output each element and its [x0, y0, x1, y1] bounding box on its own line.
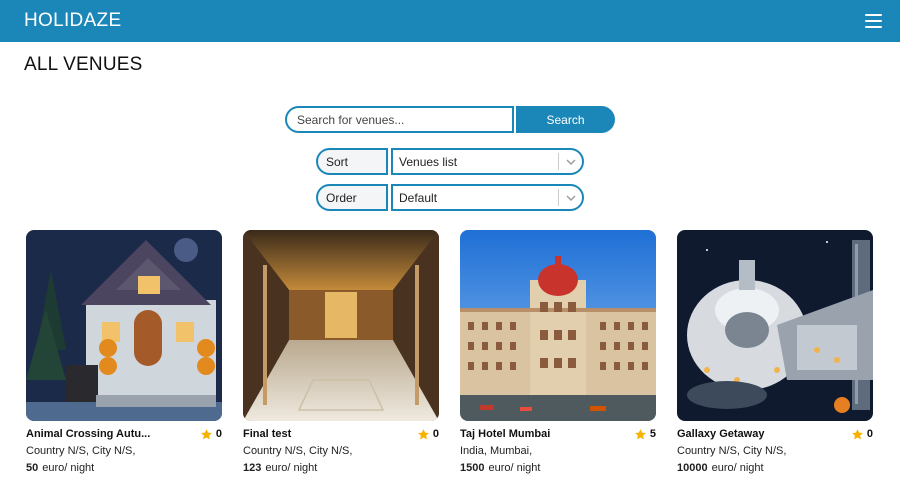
- top-navbar: HOLIDAZE: [0, 0, 900, 42]
- venue-name[interactable]: Taj Hotel Mumbai: [460, 428, 550, 440]
- venue-rating: 0: [200, 428, 222, 441]
- venue-location: Country N/S, City N/S,: [677, 445, 787, 457]
- sort-select[interactable]: Venues list: [391, 148, 584, 175]
- venue-name[interactable]: Final test: [243, 428, 291, 440]
- venue-price: 123 euro/ night: [243, 462, 439, 474]
- search-button[interactable]: Search: [516, 106, 615, 133]
- price-unit: euro/ night: [711, 462, 764, 474]
- venue-image-animal-crossing[interactable]: [26, 230, 222, 421]
- sort-select-value: Venues list: [399, 154, 458, 169]
- chevron-down-icon: [558, 153, 582, 170]
- sort-control: Sort Venues list: [316, 148, 584, 175]
- star-icon: [634, 428, 646, 439]
- order-select-value: Default: [399, 190, 438, 205]
- chevron-down-icon: [558, 189, 582, 206]
- venue-rating: 0: [417, 428, 439, 441]
- search-bar: Search: [285, 106, 615, 133]
- price-unit: euro/ night: [488, 462, 541, 474]
- hamburger-menu-icon[interactable]: [865, 14, 882, 28]
- venue-name[interactable]: Animal Crossing Autu...: [26, 428, 150, 440]
- venue-rating: 0: [851, 428, 873, 441]
- order-select[interactable]: Default: [391, 184, 584, 211]
- rating-value: 0: [866, 428, 873, 440]
- rating-value: 0: [215, 428, 222, 440]
- venue-price: 10000 euro/ night: [677, 462, 873, 474]
- venue-rating: 5: [634, 428, 656, 441]
- venue-grid: Animal Crossing Autu... 0 Country N/S, C…: [26, 230, 873, 474]
- venue-card[interactable]: Final test 0 Country N/S, City N/S, 123 e…: [243, 230, 439, 474]
- order-label: Order: [316, 184, 388, 211]
- price-unit: euro/ night: [265, 462, 318, 474]
- star-icon: [200, 428, 212, 439]
- order-control: Order Default: [316, 184, 584, 211]
- venue-image-taj-hotel[interactable]: [460, 230, 656, 421]
- star-icon: [417, 428, 429, 439]
- price-amount: 1500: [460, 462, 485, 474]
- venue-card[interactable]: Taj Hotel Mumbai 5 India, Mumbai, 1500 eu…: [460, 230, 656, 474]
- venue-location: India, Mumbai,: [460, 445, 533, 457]
- venue-card[interactable]: Gallaxy Getaway 0 Country N/S, City N/S,…: [677, 230, 873, 474]
- brand-logo[interactable]: HOLIDAZE: [24, 10, 121, 32]
- venue-price: 1500 euro/ night: [460, 462, 656, 474]
- venue-location: Country N/S, City N/S,: [26, 445, 136, 457]
- venue-name[interactable]: Gallaxy Getaway: [677, 428, 764, 440]
- sort-label: Sort: [316, 148, 388, 175]
- search-input[interactable]: [285, 106, 514, 133]
- price-amount: 123: [243, 462, 262, 474]
- price-amount: 10000: [677, 462, 708, 474]
- price-unit: euro/ night: [42, 462, 95, 474]
- venue-image-final-test[interactable]: [243, 230, 439, 421]
- venue-price: 50 euro/ night: [26, 462, 222, 474]
- venue-card[interactable]: Animal Crossing Autu... 0 Country N/S, C…: [26, 230, 222, 474]
- rating-value: 5: [649, 428, 656, 440]
- star-icon: [851, 428, 863, 439]
- venue-image-gallaxy-getaway[interactable]: [677, 230, 873, 421]
- page-title: ALL VENUES: [24, 54, 143, 75]
- rating-value: 0: [432, 428, 439, 440]
- price-amount: 50: [26, 462, 39, 474]
- venue-location: Country N/S, City N/S,: [243, 445, 353, 457]
